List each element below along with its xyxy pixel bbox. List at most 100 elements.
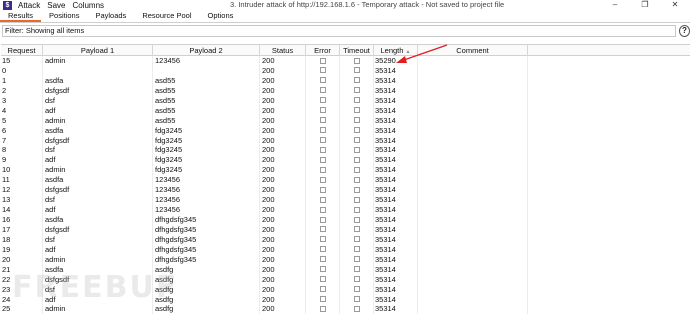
cell-payload-1: asdfa — [43, 175, 153, 186]
cell-status: 200 — [260, 75, 306, 86]
cell-error — [306, 56, 340, 66]
timeout-checkbox — [353, 286, 360, 293]
table-row[interactable]: 12 dsfgsdf 123456 200 35314 — [1, 185, 690, 196]
error-checkbox — [319, 246, 326, 253]
table-row[interactable]: 18 dsf dfhgdsfg345 200 35314 — [1, 234, 690, 245]
cell-payload-2: 123456 — [153, 205, 260, 216]
cell-error — [306, 115, 340, 126]
cell-status: 200 — [260, 205, 306, 216]
cell-length: 35314 — [374, 145, 418, 156]
column-header-error[interactable]: Error — [306, 45, 340, 56]
cell-length: 35314 — [374, 65, 418, 76]
error-checkbox — [319, 137, 326, 144]
table-row[interactable]: 11 asdfa 123456 200 35314 — [1, 175, 690, 186]
table-row[interactable]: 16 asdfa dfhgdsfg345 200 35314 — [1, 215, 690, 225]
cell-payload-2: 123456 — [153, 195, 260, 206]
timeout-checkbox — [353, 57, 360, 64]
cell-status: 200 — [260, 65, 306, 76]
table-row[interactable]: 6 asdfa fdg3245 200 35314 — [1, 125, 690, 136]
cell-timeout — [340, 294, 374, 305]
cell-error — [306, 95, 340, 106]
minimize-icon[interactable]: – — [600, 0, 630, 10]
restore-icon[interactable]: ❐ — [630, 0, 660, 10]
cell-comment — [418, 115, 528, 126]
cell-length: 35314 — [374, 85, 418, 96]
cell-payload-2: asd55 — [153, 115, 260, 126]
cell-timeout — [340, 95, 374, 106]
cell-payload-1: asdfa — [43, 125, 153, 136]
cell-status: 200 — [260, 145, 306, 156]
table-row[interactable]: 3 dsf asd55 200 35314 — [1, 95, 690, 106]
cell-length: 35314 — [374, 75, 418, 86]
table-row[interactable]: 15 admin 123456 200 35290 — [1, 56, 690, 66]
cell-payload-1: dsfgsdf — [43, 135, 153, 146]
cell-request: 17 — [1, 224, 43, 235]
cell-payload-2: dfhgdsfg345 — [153, 224, 260, 235]
table-row[interactable]: 14 adf 123456 200 35314 — [1, 205, 690, 216]
timeout-checkbox — [353, 186, 360, 193]
cell-payload-1: dsf — [43, 95, 153, 106]
cell-payload-2: 123456 — [153, 175, 260, 186]
cell-timeout — [340, 244, 374, 255]
tab-payloads[interactable]: Payloads — [87, 10, 134, 22]
column-header-request[interactable]: Request — [1, 45, 43, 56]
table-row[interactable]: 10 admin fdg3245 200 35314 — [1, 165, 690, 176]
table-row[interactable]: 19 adf dfhgdsfg345 200 35314 — [1, 244, 690, 255]
cell-request: 20 — [1, 254, 43, 265]
cell-payload-1: adf — [43, 105, 153, 116]
menu-save[interactable]: Save — [47, 1, 65, 10]
cell-request: 0 — [1, 65, 43, 76]
table-row[interactable]: 1 asdfa asd55 200 35314 — [1, 75, 690, 86]
cell-request: 19 — [1, 244, 43, 255]
table-row[interactable]: 0 200 35314 — [1, 65, 690, 76]
cell-payload-1: dsfgsdf — [43, 224, 153, 235]
cell-timeout — [340, 145, 374, 156]
timeout-checkbox — [353, 117, 360, 124]
cell-request: 4 — [1, 105, 43, 116]
cell-length: 35314 — [374, 215, 418, 225]
column-header-timeout[interactable]: Timeout — [340, 45, 374, 56]
column-header-status[interactable]: Status — [260, 45, 306, 56]
column-header-payload-2[interactable]: Payload 2 — [153, 45, 260, 56]
error-checkbox — [319, 117, 326, 124]
table-row[interactable]: 20 admin dfhgdsfg345 200 35314 — [1, 254, 690, 265]
cell-error — [306, 135, 340, 146]
table-row[interactable]: 13 dsf 123456 200 35314 — [1, 195, 690, 206]
tab-resource-pool[interactable]: Resource Pool — [134, 10, 199, 22]
table-row[interactable]: 9 adf fdg3245 200 35314 — [1, 155, 690, 166]
error-checkbox — [319, 127, 326, 134]
menu-columns[interactable]: Columns — [72, 1, 104, 10]
tab-options[interactable]: Options — [200, 10, 242, 22]
error-checkbox — [319, 146, 326, 153]
cell-comment — [418, 244, 528, 255]
tab-results[interactable]: Results — [0, 10, 42, 22]
cell-request: 15 — [1, 56, 43, 66]
table-row[interactable]: 5 admin asd55 200 35314 — [1, 115, 690, 126]
cell-status: 200 — [260, 264, 306, 275]
cell-length: 35314 — [374, 135, 418, 146]
timeout-checkbox — [353, 206, 360, 213]
menu-attack[interactable]: Attack — [18, 1, 40, 10]
cell-payload-2 — [153, 65, 260, 76]
column-header-payload-1[interactable]: Payload 1 — [43, 45, 153, 56]
table-row[interactable]: 4 adf asd55 200 35314 — [1, 105, 690, 116]
close-icon[interactable]: ✕ — [660, 0, 690, 10]
cell-payload-1: adf — [43, 155, 153, 166]
cell-status: 200 — [260, 224, 306, 235]
help-icon[interactable]: ? — [679, 25, 690, 37]
cell-comment — [418, 145, 528, 156]
tab-positions[interactable]: Positions — [41, 10, 87, 22]
table-row[interactable]: 8 dsf fdg3245 200 35314 — [1, 145, 690, 156]
table-row[interactable]: 2 dsfgsdf asd55 200 35314 — [1, 85, 690, 96]
cell-request: 11 — [1, 175, 43, 186]
filter-bar[interactable]: Filter: Showing all items — [2, 25, 676, 37]
table-row[interactable]: 7 dsfgsdf fdg3245 200 35314 — [1, 135, 690, 146]
table-row[interactable]: 17 dsfgsdf dfhgdsfg345 200 35314 — [1, 224, 690, 235]
cell-request: 8 — [1, 145, 43, 156]
cell-error — [306, 254, 340, 265]
cell-payload-1: asdfa — [43, 215, 153, 225]
cell-payload-1: dsfgsdf — [43, 85, 153, 96]
title-bar: $ Attack Save Columns 3. Intruder attack… — [0, 0, 690, 10]
table-row[interactable]: 25 admin asdfg 200 35314 — [1, 304, 690, 315]
cell-length: 35314 — [374, 115, 418, 126]
